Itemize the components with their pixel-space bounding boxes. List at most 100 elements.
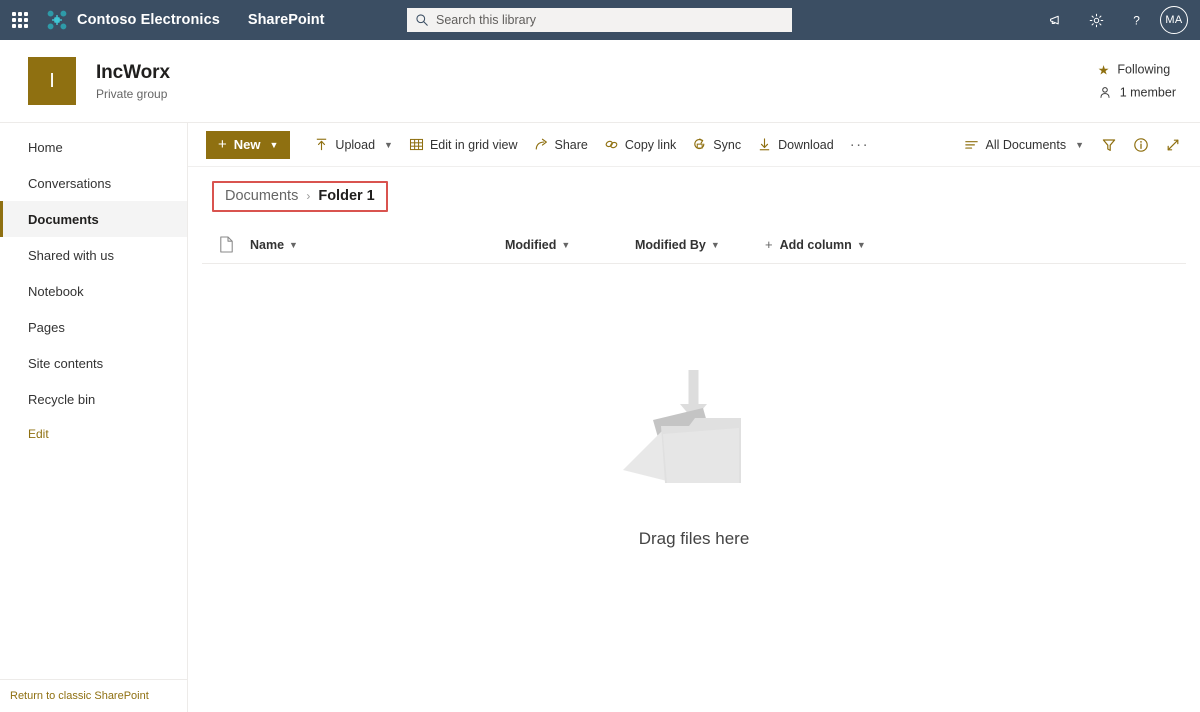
members-button[interactable]: 1 member bbox=[1098, 86, 1176, 100]
search-input[interactable] bbox=[436, 13, 784, 27]
new-button-label: New bbox=[233, 137, 261, 152]
return-to-classic-link[interactable]: Return to classic SharePoint bbox=[0, 679, 187, 712]
brand-name: Contoso Electronics bbox=[77, 12, 220, 28]
suite-bar: Contoso Electronics SharePoint Search th… bbox=[0, 0, 1200, 40]
svg-text:?: ? bbox=[1133, 13, 1140, 27]
star-icon: ★ bbox=[1097, 62, 1110, 77]
sidebar-item-notebook[interactable]: Notebook bbox=[0, 273, 187, 309]
breadcrumb-zone: Documents › Folder 1 bbox=[188, 167, 1200, 212]
announcements-button[interactable] bbox=[1036, 0, 1076, 40]
info-button[interactable] bbox=[1126, 130, 1156, 160]
contoso-logo-icon bbox=[47, 10, 67, 30]
download-button[interactable]: Download bbox=[749, 129, 842, 161]
breadcrumb-separator-icon: › bbox=[306, 189, 311, 203]
sync-button[interactable]: Sync bbox=[684, 129, 749, 161]
document-icon bbox=[219, 236, 233, 253]
megaphone-icon bbox=[1049, 15, 1059, 24]
copy-link-button[interactable]: Copy link bbox=[596, 129, 684, 161]
column-header-name[interactable]: Name ▼ bbox=[250, 238, 505, 252]
share-button[interactable]: Share bbox=[526, 129, 596, 161]
breadcrumb-item-current[interactable]: Folder 1 bbox=[318, 188, 374, 204]
view-selector-button[interactable]: All Documents ▼ bbox=[956, 129, 1092, 161]
filter-funnel-icon bbox=[1102, 138, 1116, 151]
site-subtitle: Private group bbox=[96, 87, 168, 101]
share-icon bbox=[535, 138, 547, 150]
command-bar: + New ▼ Upload ▼ Edit in grid view Share… bbox=[188, 123, 1200, 167]
following-label: Following bbox=[1117, 62, 1171, 77]
edit-grid-label: Edit in grid view bbox=[429, 137, 518, 152]
column-headers: Name ▼ Modified ▼ Modified By ▼ + Add co… bbox=[202, 228, 1186, 264]
download-arrow-icon bbox=[759, 138, 770, 151]
app-launcher-button[interactable] bbox=[0, 0, 40, 40]
chevron-down-icon: ▼ bbox=[561, 239, 571, 250]
search-container bbox=[407, 8, 792, 32]
sidebar-edit-link[interactable]: Edit bbox=[0, 417, 187, 451]
sidebar-item-label: Site contents bbox=[28, 355, 104, 371]
expand-diagonal-icon bbox=[1167, 139, 1179, 150]
plus-icon: + bbox=[218, 136, 227, 153]
sidebar: Home Conversations Documents Shared with… bbox=[0, 122, 188, 712]
new-button[interactable]: + New ▼ bbox=[206, 130, 291, 159]
search-icon bbox=[416, 14, 428, 26]
folder-drop-illustration bbox=[623, 369, 741, 483]
main-content: + New ▼ Upload ▼ Edit in grid view Share… bbox=[188, 122, 1200, 712]
sync-icon bbox=[694, 138, 705, 150]
sidebar-item-conversations[interactable]: Conversations bbox=[0, 165, 187, 201]
sidebar-item-shared-with-us[interactable]: Shared with us bbox=[0, 237, 187, 273]
command-bar-right: All Documents ▼ bbox=[956, 129, 1188, 161]
breadcrumb: Documents › Folder 1 bbox=[212, 181, 388, 212]
site-logo-letter: I bbox=[49, 69, 55, 92]
search-box[interactable] bbox=[407, 8, 792, 32]
waffle-icon bbox=[12, 12, 28, 28]
edit-in-grid-view-button[interactable]: Edit in grid view bbox=[401, 129, 526, 161]
sidebar-items: Home Conversations Documents Shared with… bbox=[0, 123, 187, 451]
copy-link-label: Copy link bbox=[624, 137, 677, 152]
following-button[interactable]: ★ Following bbox=[1098, 63, 1170, 77]
column-header-modified-by[interactable]: Modified By ▼ bbox=[635, 238, 765, 252]
sidebar-item-recycle-bin[interactable]: Recycle bin bbox=[0, 381, 187, 417]
column-label: Add column bbox=[779, 237, 852, 252]
chevron-down-icon: ▼ bbox=[289, 239, 298, 250]
sidebar-item-label: Recycle bin bbox=[28, 391, 96, 407]
column-label: Modified bbox=[505, 237, 557, 252]
brand-link[interactable]: Contoso Electronics bbox=[46, 9, 220, 31]
chevron-down-icon: ▼ bbox=[1075, 139, 1084, 150]
empty-state: Drag files here bbox=[188, 264, 1200, 712]
body: Home Conversations Documents Shared with… bbox=[0, 122, 1200, 712]
site-logo: I bbox=[28, 57, 76, 105]
site-header-actions: ★ Following 1 member bbox=[1098, 63, 1176, 100]
chevron-down-icon: ▼ bbox=[710, 239, 720, 250]
sidebar-item-pages[interactable]: Pages bbox=[0, 309, 187, 345]
site-header: I IncWorx Private group ★ Following 1 me… bbox=[0, 40, 1200, 122]
avatar-initials: MA bbox=[1165, 14, 1183, 26]
upload-arrow-icon bbox=[317, 138, 327, 151]
expand-button[interactable] bbox=[1158, 130, 1188, 160]
column-header-modified[interactable]: Modified ▼ bbox=[505, 238, 635, 252]
chevron-down-icon: ▼ bbox=[384, 139, 393, 150]
chevron-down-icon: ▼ bbox=[856, 239, 866, 250]
column-header-add-column[interactable]: + Add column ▼ bbox=[765, 237, 866, 252]
breadcrumb-item-documents[interactable]: Documents bbox=[225, 188, 298, 204]
help-button[interactable]: ? bbox=[1116, 0, 1156, 40]
suite-app-name[interactable]: SharePoint bbox=[248, 12, 325, 28]
column-header-file-icon[interactable] bbox=[202, 236, 250, 253]
sidebar-item-label: Conversations bbox=[28, 175, 112, 191]
empty-state-text: Drag files here bbox=[638, 528, 750, 548]
view-label: All Documents bbox=[985, 137, 1067, 152]
settings-button[interactable] bbox=[1076, 0, 1116, 40]
overflow-menu-button[interactable]: ··· bbox=[842, 137, 878, 152]
list-view-icon bbox=[965, 141, 979, 149]
user-avatar[interactable]: MA bbox=[1160, 6, 1188, 34]
upload-button[interactable]: Upload ▼ bbox=[306, 129, 401, 161]
sidebar-item-label: Pages bbox=[28, 319, 65, 335]
sidebar-item-label: Shared with us bbox=[28, 247, 114, 263]
sidebar-item-documents[interactable]: Documents bbox=[0, 201, 187, 237]
page-title: IncWorx bbox=[96, 62, 170, 83]
info-circle-icon bbox=[1134, 137, 1148, 152]
sidebar-item-site-contents[interactable]: Site contents bbox=[0, 345, 187, 381]
column-label: Modified By bbox=[635, 237, 706, 252]
upload-label: Upload bbox=[335, 137, 376, 152]
filter-button[interactable] bbox=[1094, 130, 1124, 160]
sidebar-item-label: Home bbox=[28, 139, 63, 155]
sidebar-item-home[interactable]: Home bbox=[0, 129, 187, 165]
